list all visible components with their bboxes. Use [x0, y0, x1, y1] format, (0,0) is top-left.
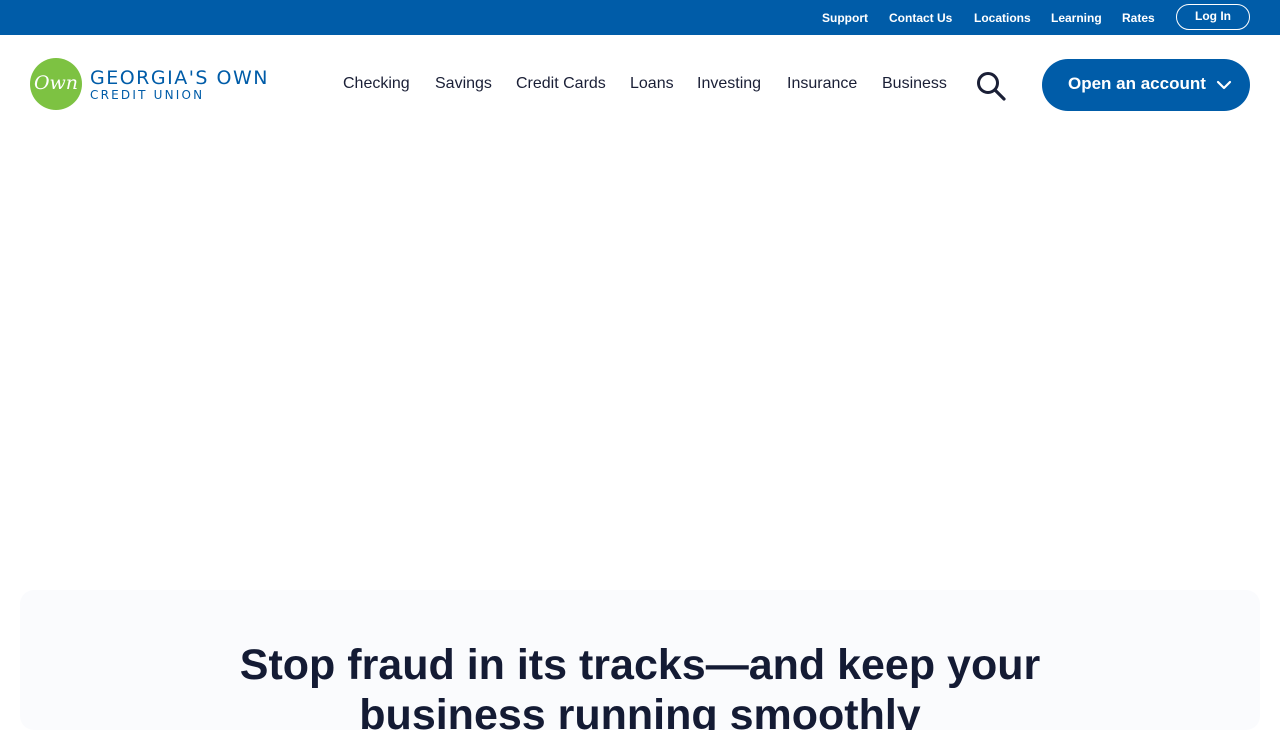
utility-link-rates[interactable]: Rates	[1122, 11, 1155, 25]
feature-section: Stop fraud in its tracks—and keep your b…	[20, 590, 1260, 730]
logo-name-line1: GEORGIA'S OWN	[90, 67, 269, 89]
nav-item-checking[interactable]: Checking	[343, 75, 410, 93]
nav-item-business[interactable]: Business	[882, 75, 947, 93]
open-account-label: Open an account	[1068, 74, 1206, 93]
open-account-button[interactable]: Open an account	[1042, 59, 1250, 111]
utility-link-locations[interactable]: Locations	[974, 11, 1031, 25]
search-icon	[977, 72, 1006, 101]
utility-link-contact-us[interactable]: Contact Us	[889, 11, 952, 25]
nav-item-savings[interactable]: Savings	[435, 75, 492, 93]
utility-bar: Support Contact Us Locations Learning Ra…	[0, 0, 1280, 35]
login-button[interactable]: Log In	[1176, 4, 1250, 30]
logo-name-line2: CREDIT UNION	[90, 88, 205, 102]
logo-mark: Own	[33, 72, 79, 94]
chevron-down-icon	[1216, 80, 1232, 90]
search-button[interactable]	[974, 69, 1008, 103]
nav-item-investing[interactable]: Investing	[697, 75, 761, 93]
nav-item-credit-cards[interactable]: Credit Cards	[516, 75, 606, 93]
feature-heading: Stop fraud in its tracks—and keep your b…	[239, 641, 1041, 730]
utility-link-learning[interactable]: Learning	[1051, 11, 1102, 25]
nav-item-loans[interactable]: Loans	[630, 75, 674, 93]
logo[interactable]: Own GEORGIA'S OWN CREDIT UNION	[30, 58, 280, 112]
logo-circle: Own	[30, 58, 82, 110]
utility-link-support[interactable]: Support	[822, 11, 868, 25]
nav-item-insurance[interactable]: Insurance	[787, 75, 857, 93]
